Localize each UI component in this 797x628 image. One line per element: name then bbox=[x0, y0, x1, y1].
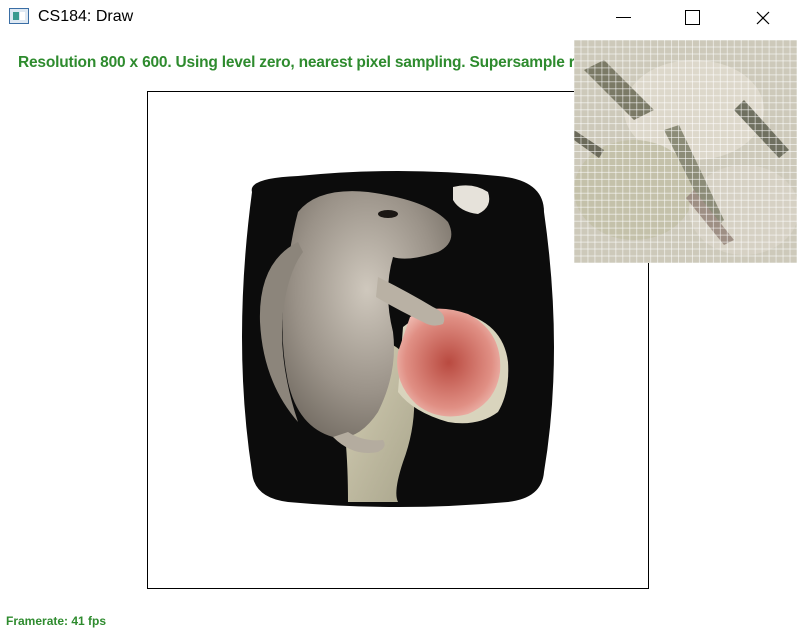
maximize-icon bbox=[685, 10, 700, 25]
app-window-icon[interactable] bbox=[9, 8, 29, 24]
minimize-button[interactable] bbox=[600, 0, 646, 36]
window-title: CS184: Draw bbox=[38, 8, 134, 25]
maximize-button[interactable] bbox=[670, 0, 716, 36]
close-icon bbox=[756, 11, 770, 25]
minimize-icon bbox=[616, 17, 631, 18]
squirrel-eye bbox=[378, 210, 398, 218]
close-button[interactable] bbox=[740, 0, 786, 36]
zoom-pixel-grid bbox=[574, 40, 797, 263]
title-bar[interactable]: CS184: Draw bbox=[0, 0, 797, 36]
rendered-texture-image bbox=[242, 171, 554, 507]
zoom-inset bbox=[574, 40, 797, 263]
